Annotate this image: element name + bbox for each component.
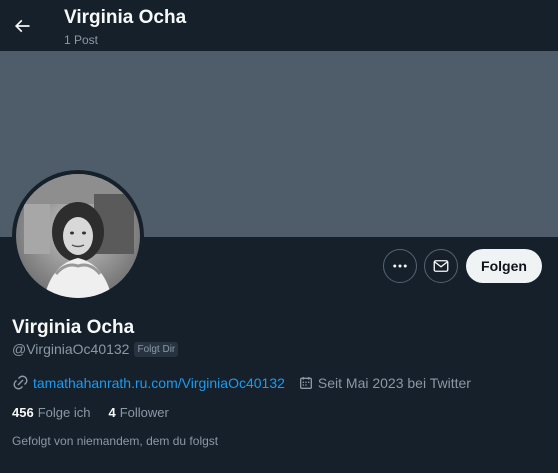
followers-label: Follower [119,405,169,420]
following-link[interactable]: 456 Folge ich [12,405,90,420]
profile-meta: tamathahanrath.ru.com/VirginiaOc40132 Se… [12,374,471,391]
follows-you-badge: Folgt Dir [134,341,179,357]
joined-date: Seit Mai 2023 bei Twitter [298,375,471,391]
header-profile-name: Virginia Ocha [64,7,187,28]
followers-link[interactable]: 4 Follower [108,405,168,420]
message-button[interactable] [424,249,458,283]
link-icon [12,374,29,391]
avatar-photo [16,174,140,298]
envelope-icon [433,260,449,272]
handle-row: @VirginiaOc40132 Folgt Dir [12,341,179,357]
following-label: Folge ich [37,405,91,420]
joined-text: Seit Mai 2023 bei Twitter [317,374,471,391]
ellipsis-icon [393,264,407,268]
top-bar: Virginia Ocha 1 Post [0,0,558,51]
follow-button[interactable]: Folgen [466,249,542,283]
profile-handle: @VirginiaOc40132 [12,341,130,357]
header-post-count: 1 Post [64,33,99,47]
following-count: 456 [12,405,34,420]
profile-website-link[interactable]: tamathahanrath.ru.com/VirginiaOc40132 [33,375,285,391]
profile-name: Virginia Ocha [12,317,135,338]
calendar-icon [298,375,314,391]
followers-count: 4 [108,405,116,420]
back-arrow-icon[interactable] [10,14,34,38]
follow-stats: 456 Folge ich 4 Follower [12,405,169,420]
more-options-button[interactable] [383,249,417,283]
avatar[interactable] [12,170,144,302]
followed-by-text: Gefolgt von niemandem, dem du folgst [12,434,219,448]
